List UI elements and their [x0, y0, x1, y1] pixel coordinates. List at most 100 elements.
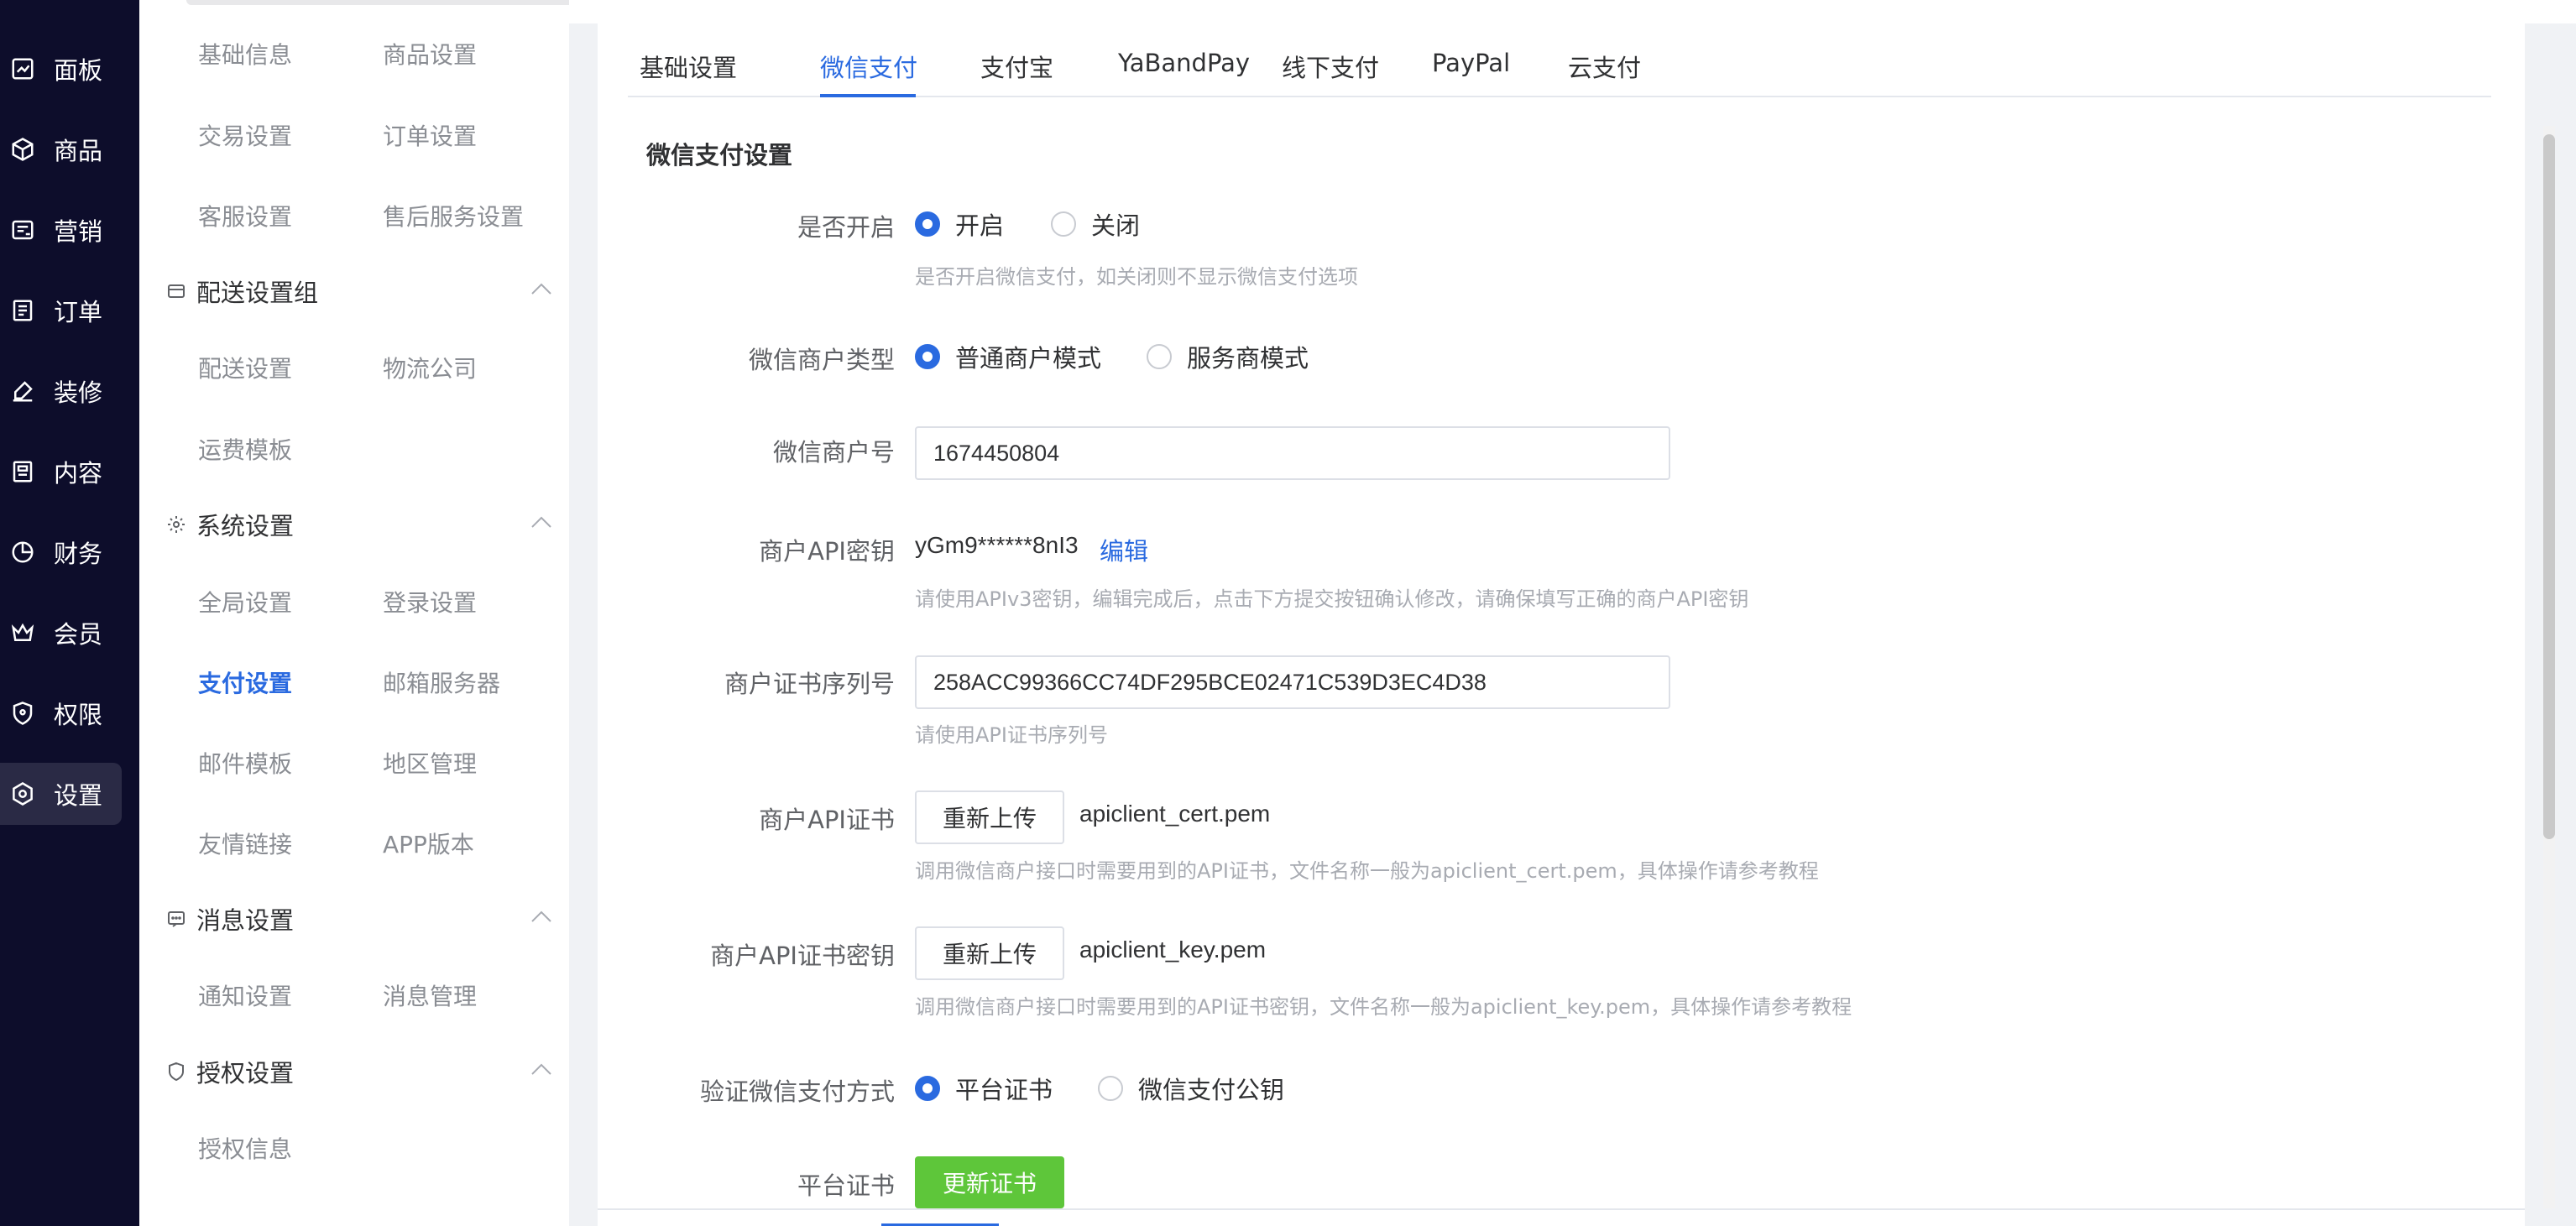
cert-serial-input[interactable]: 258ACC99366CC74DF295BCE02471C539D3EC4D38	[915, 655, 1670, 709]
tab-offline-pay[interactable]: 线下支付	[1282, 49, 1379, 84]
radio-dot	[1147, 344, 1172, 369]
submenu-item-trade-settings[interactable]: 交易设置	[198, 118, 292, 152]
payment-settings-card: 基础设置 微信支付 支付宝 YaBandPay 线下支付 PayPal 云支付 …	[598, 23, 2525, 1215]
section-title: 微信支付设置	[646, 141, 793, 170]
nav-label: 面板	[54, 56, 103, 85]
submenu-item-message-manage[interactable]: 消息管理	[383, 978, 477, 1012]
nav-item-finance[interactable]: 财务	[0, 521, 122, 583]
brush-icon	[10, 378, 35, 404]
submenu-item-freight-template[interactable]: 运费模板	[198, 432, 292, 466]
chevron-up-icon[interactable]	[530, 282, 552, 295]
verify-platform-cert-radio[interactable]: 平台证书	[915, 1071, 1053, 1106]
merchant-id-input[interactable]: 1674450804	[915, 426, 1670, 480]
submenu-item-payment[interactable]: 支付设置	[198, 665, 292, 699]
enable-label: 是否开启	[797, 213, 895, 242]
merchant-id-label: 微信商户号	[772, 438, 895, 467]
submenu-item-login[interactable]: 登录设置	[383, 585, 477, 618]
main-nav: 面板 商品 营销 订单 装修 内容 财务 会员 权限 设置	[0, 0, 139, 1226]
submenu-item-goods-settings[interactable]: 商品设置	[383, 37, 477, 70]
submenu-item-friend-links[interactable]: 友情链接	[198, 827, 292, 860]
api-key-edit-link[interactable]: 编辑	[1100, 532, 1148, 567]
nav-label: 会员	[54, 620, 103, 649]
api-cert-key-label: 商户API证书密钥	[710, 942, 895, 970]
submenu-item-app-version[interactable]: APP版本	[383, 827, 474, 860]
shield-icon	[10, 701, 35, 726]
nav-label: 内容	[54, 459, 103, 488]
submenu-item-global[interactable]: 全局设置	[198, 585, 292, 618]
nav-item-content[interactable]: 内容	[0, 441, 122, 503]
submenu-item-region[interactable]: 地区管理	[383, 746, 477, 780]
payment-tabs: 基础设置 微信支付 支付宝 YaBandPay 线下支付 PayPal 云支付	[628, 23, 2491, 97]
submenu-item-service-settings[interactable]: 客服设置	[198, 199, 292, 232]
group-title-label: 系统设置	[196, 512, 295, 540]
submenu-item-aftersale-settings[interactable]: 售后服务设置	[383, 199, 524, 232]
group-auth[interactable]: 授权设置	[166, 1054, 294, 1089]
group-title-label: 消息设置	[196, 906, 295, 935]
radio-label: 普通商户模式	[955, 344, 1102, 373]
submenu-item-order-settings[interactable]: 订单设置	[383, 118, 477, 152]
settings-icon	[10, 781, 35, 806]
enable-on-radio[interactable]: 开启	[915, 206, 1004, 242]
nav-label: 设置	[54, 781, 103, 810]
verify-method-label: 验证微信支付方式	[699, 1077, 895, 1106]
group-message[interactable]: 消息设置	[166, 901, 294, 936]
nav-item-members[interactable]: 会员	[0, 602, 122, 664]
order-icon	[10, 298, 35, 323]
tab-yabandpay[interactable]: YaBandPay	[1118, 49, 1250, 77]
tab-alipay[interactable]: 支付宝	[980, 49, 1053, 84]
radio-dot	[1051, 211, 1076, 237]
platform-cert-label: 平台证书	[797, 1171, 895, 1200]
nav-item-permissions[interactable]: 权限	[0, 682, 122, 744]
update-cert-button[interactable]: 更新证书	[915, 1156, 1064, 1208]
nav-label: 装修	[54, 378, 103, 407]
tab-wechat-pay[interactable]: 微信支付	[820, 49, 917, 84]
radio-label: 微信支付公钥	[1138, 1076, 1285, 1104]
gear-icon	[166, 514, 188, 535]
tab-cloud-pay[interactable]: 云支付	[1568, 49, 1641, 84]
group-system[interactable]: 系统设置	[166, 507, 294, 542]
api-cert-key-reupload-button[interactable]: 重新上传	[915, 926, 1064, 980]
radio-label: 开启	[955, 211, 1005, 240]
submenu-item-logistics[interactable]: 物流公司	[383, 351, 477, 384]
api-cert-key-filename: apiclient_key.pem	[1079, 936, 1267, 963]
group-delivery[interactable]: 配送设置组	[166, 274, 318, 309]
tab-basic[interactable]: 基础设置	[640, 49, 737, 84]
cert-serial-hint: 请使用API证书序列号	[915, 723, 1108, 747]
submenu-item-auth-info[interactable]: 授权信息	[198, 1131, 292, 1165]
chevron-up-icon[interactable]	[530, 515, 552, 529]
nav-item-marketing[interactable]: 营销	[0, 199, 122, 261]
group-title-label: 配送设置组	[196, 279, 319, 307]
radio-label: 平台证书	[955, 1076, 1053, 1104]
chevron-up-icon[interactable]	[530, 910, 552, 923]
submenu-item-mail-template[interactable]: 邮件模板	[198, 746, 292, 780]
verify-public-key-radio[interactable]: 微信支付公钥	[1098, 1071, 1284, 1106]
radio-label: 服务商模式	[1187, 344, 1309, 373]
api-cert-hint: 调用微信商户接口时需要用到的API证书，文件名称一般为apiclient_cer…	[915, 859, 1819, 883]
submenu-item-mail-server[interactable]: 邮箱服务器	[383, 665, 500, 699]
crown-icon	[10, 620, 35, 645]
nav-item-orders[interactable]: 订单	[0, 279, 122, 342]
merchant-type-service-radio[interactable]: 服务商模式	[1147, 339, 1309, 374]
submenu-item-notification[interactable]: 通知设置	[198, 978, 292, 1012]
merchant-type-normal-radio[interactable]: 普通商户模式	[915, 339, 1101, 374]
submenu-item-basic-info[interactable]: 基础信息	[198, 37, 292, 70]
finance-icon	[10, 540, 35, 565]
message-icon	[166, 908, 188, 930]
nav-item-decoration[interactable]: 装修	[0, 360, 122, 422]
shield-icon	[166, 1061, 188, 1083]
nav-item-settings[interactable]: 设置	[0, 763, 122, 825]
nav-item-goods[interactable]: 商品	[0, 118, 122, 180]
active-tab-indicator	[820, 94, 916, 97]
nav-item-dashboard[interactable]: 面板	[0, 38, 122, 100]
api-cert-reupload-button[interactable]: 重新上传	[915, 790, 1064, 844]
api-key-label: 商户API密钥	[759, 537, 895, 566]
tab-paypal[interactable]: PayPal	[1432, 49, 1510, 77]
submenu-item-delivery[interactable]: 配送设置	[198, 351, 292, 384]
box-icon	[10, 137, 35, 162]
chevron-up-icon[interactable]	[530, 1062, 552, 1076]
nav-label: 订单	[54, 298, 103, 326]
delivery-icon	[166, 280, 188, 302]
scrollbar-thumb[interactable]	[2543, 134, 2555, 839]
enable-off-radio[interactable]: 关闭	[1051, 206, 1140, 242]
radio-dot	[915, 1076, 940, 1101]
